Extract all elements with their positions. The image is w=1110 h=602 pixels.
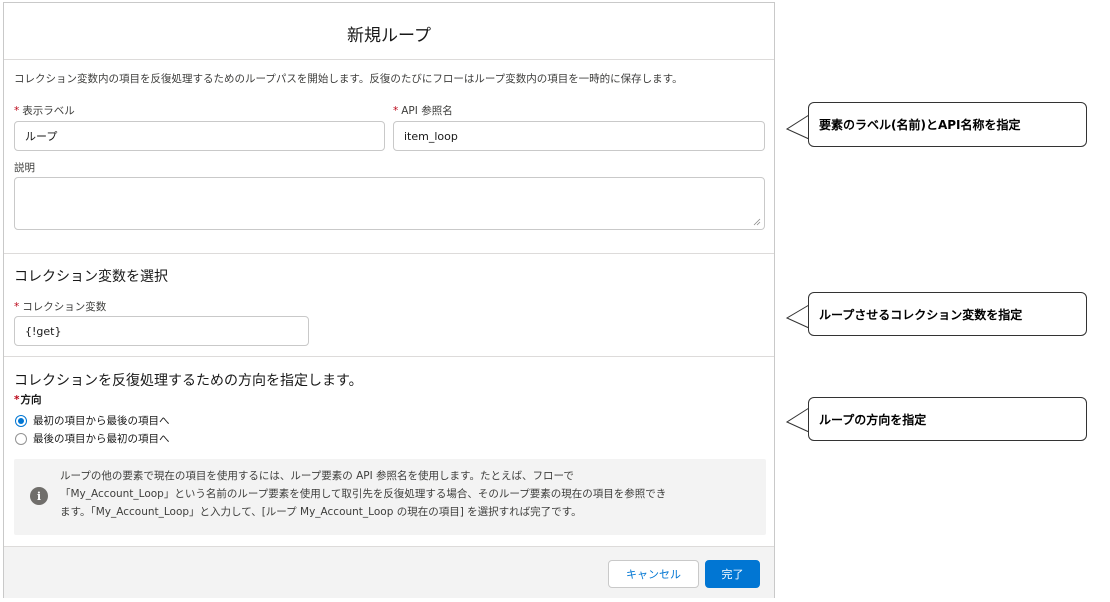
radio-first-to-last-label[interactable]: 最初の項目から最後の項目へ — [33, 413, 170, 428]
api-name-input[interactable]: item_loop — [393, 121, 765, 151]
dialog-description: コレクション変数内の項目を反復処理するためのループパスを開始します。反復のたびに… — [14, 73, 683, 85]
label-input[interactable]: ループ — [14, 121, 385, 151]
direction-section-title: コレクションを反復処理するための方向を指定します。 — [14, 373, 363, 389]
api-name-field-label-text: API 参照名 — [401, 105, 453, 117]
dialog-footer: キャンセル 完了 — [4, 546, 774, 598]
radio-first-to-last[interactable] — [15, 415, 27, 427]
collection-variable-value: {!get} — [25, 324, 62, 338]
section-divider — [4, 356, 774, 357]
dialog-title: 新規ループ — [347, 26, 431, 46]
description-field-label: 説明 — [14, 162, 35, 174]
new-loop-dialog: 新規ループ コレクション変数内の項目を反復処理するためのループパスを開始します。… — [3, 2, 775, 598]
label-field-label: * 表示ラベル — [14, 103, 75, 118]
direction-field-label-text: 方向 — [20, 394, 42, 406]
dialog-header: 新規ループ — [4, 3, 774, 60]
callout-collection: ループさせるコレクション変数を指定 — [808, 292, 1087, 336]
done-button[interactable]: 完了 — [705, 560, 760, 588]
required-marker: * — [14, 105, 20, 117]
collection-section-title: コレクション変数を選択 — [14, 269, 168, 285]
api-name-input-value: item_loop — [404, 129, 458, 143]
description-textarea[interactable] — [14, 177, 765, 230]
info-icon: i — [30, 487, 48, 505]
collection-variable-input[interactable]: {!get} — [14, 316, 309, 346]
section-divider — [4, 253, 774, 254]
radio-last-to-first[interactable] — [15, 433, 27, 445]
required-marker: * — [393, 105, 399, 117]
collection-field-label-text: コレクション変数 — [22, 301, 107, 313]
callout-pointer-icon — [786, 114, 810, 140]
required-marker: * — [14, 301, 20, 313]
cancel-button[interactable]: キャンセル — [608, 560, 699, 588]
required-marker: * — [14, 394, 20, 406]
label-field-label-text: 表示ラベル — [22, 105, 75, 117]
direction-field-label: *方向 — [14, 392, 42, 407]
callout-label-api-text: 要素のラベル(名前)とAPI名称を指定 — [819, 118, 1021, 132]
resize-grip-icon[interactable] — [753, 218, 761, 226]
collection-field-label: * コレクション変数 — [14, 299, 106, 314]
radio-last-to-first-label[interactable]: 最後の項目から最初の項目へ — [33, 431, 170, 446]
api-name-field-label: * API 参照名 — [393, 103, 453, 118]
callout-direction-text: ループの方向を指定 — [819, 412, 927, 427]
callout-pointer-icon — [786, 407, 810, 433]
callout-direction: ループの方向を指定 — [808, 397, 1087, 441]
info-text-line-2: 「My_Account_Loop」という名前のループ要素を使用して取引先を反復処… — [60, 488, 667, 500]
callout-collection-text: ループさせるコレクション変数を指定 — [819, 307, 1023, 322]
label-input-value: ループ — [25, 130, 58, 143]
callout-pointer-icon — [786, 304, 810, 329]
callout-label-api: 要素のラベル(名前)とAPI名称を指定 — [808, 102, 1087, 147]
info-text-line-3: ます。「My_Account_Loop」と入力して、[ループ My_Accoun… — [60, 506, 582, 518]
info-text-line-1: ループの他の要素で現在の項目を使用するには、ループ要素の API 参照名を使用し… — [60, 470, 574, 482]
